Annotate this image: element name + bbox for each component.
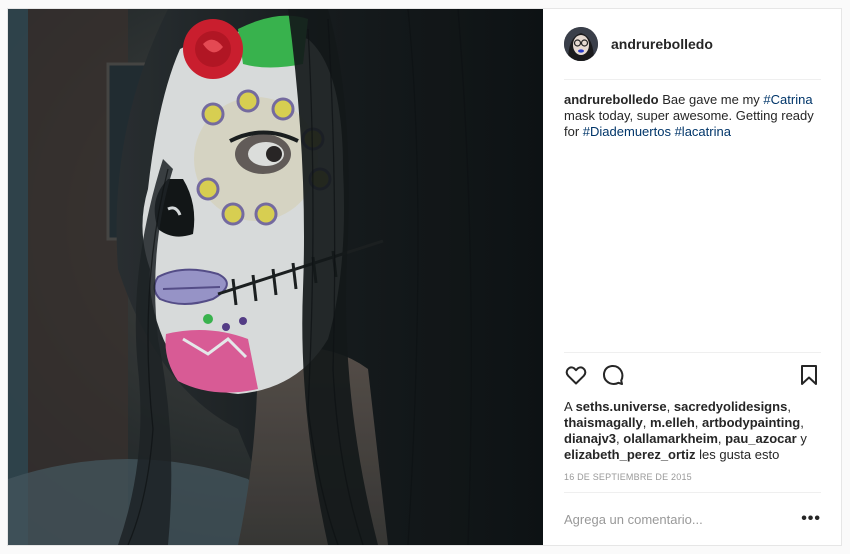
likes-separator: ,: [800, 415, 804, 430]
caption-username[interactable]: andrurebolledo: [564, 92, 659, 107]
post-card: andrurebolledo andrurebolledo Bae gave m…: [7, 8, 842, 546]
action-bar: [564, 353, 821, 395]
liker-link[interactable]: sacredyolidesigns: [674, 399, 787, 414]
post-caption: andrurebolledo Bae gave me my #Catrina m…: [564, 80, 821, 352]
likes-summary: A seths.universe, sacredyolidesigns, tha…: [564, 395, 821, 463]
comment-bubble-icon[interactable]: [601, 363, 625, 387]
avatar-image: [564, 27, 598, 61]
heart-icon[interactable]: [564, 363, 588, 387]
post-actions-section: A seths.universe, sacredyolidesigns, tha…: [564, 352, 821, 492]
liker-link[interactable]: dianajv3: [564, 431, 616, 446]
liker-link[interactable]: thaismagally: [564, 415, 643, 430]
more-options-icon[interactable]: •••: [801, 511, 821, 527]
hashtag-link[interactable]: #Catrina: [763, 92, 812, 107]
post-username[interactable]: andrurebolledo: [611, 36, 713, 52]
liker-link[interactable]: artbodypainting: [702, 415, 800, 430]
caption-text-1: Bae gave me my: [658, 92, 764, 107]
likes-suffix: les gusta esto: [695, 447, 780, 462]
liker-link[interactable]: olallamarkheim: [623, 431, 718, 446]
likes-conjunction: y: [796, 431, 807, 446]
bookmark-icon[interactable]: [797, 363, 821, 387]
liker-link[interactable]: pau_azocar: [725, 431, 797, 446]
liker-link[interactable]: elizabeth_perez_ortiz: [564, 447, 696, 462]
likes-separator: ,: [694, 415, 703, 430]
comment-bar: •••: [564, 492, 821, 545]
hashtag-link[interactable]: #Diademuertos: [583, 124, 671, 139]
hashtag-link[interactable]: #lacatrina: [675, 124, 731, 139]
likes-separator: ,: [666, 399, 674, 414]
likes-prefix: A: [564, 399, 576, 414]
liker-link[interactable]: seths.universe: [576, 399, 667, 414]
comment-input[interactable]: [564, 511, 802, 527]
post-date[interactable]: 16 DE SEPTIEMBRE DE 2015: [564, 463, 821, 492]
catrina-photo-illustration: [8, 9, 543, 545]
post-photo[interactable]: [8, 9, 543, 545]
post-header: andrurebolledo: [564, 9, 821, 80]
post-details-panel: andrurebolledo andrurebolledo Bae gave m…: [543, 9, 841, 545]
likes-separator: ,: [642, 415, 650, 430]
avatar[interactable]: [564, 27, 598, 61]
liker-link[interactable]: m.elleh: [650, 415, 695, 430]
likes-separator: ,: [787, 399, 791, 414]
